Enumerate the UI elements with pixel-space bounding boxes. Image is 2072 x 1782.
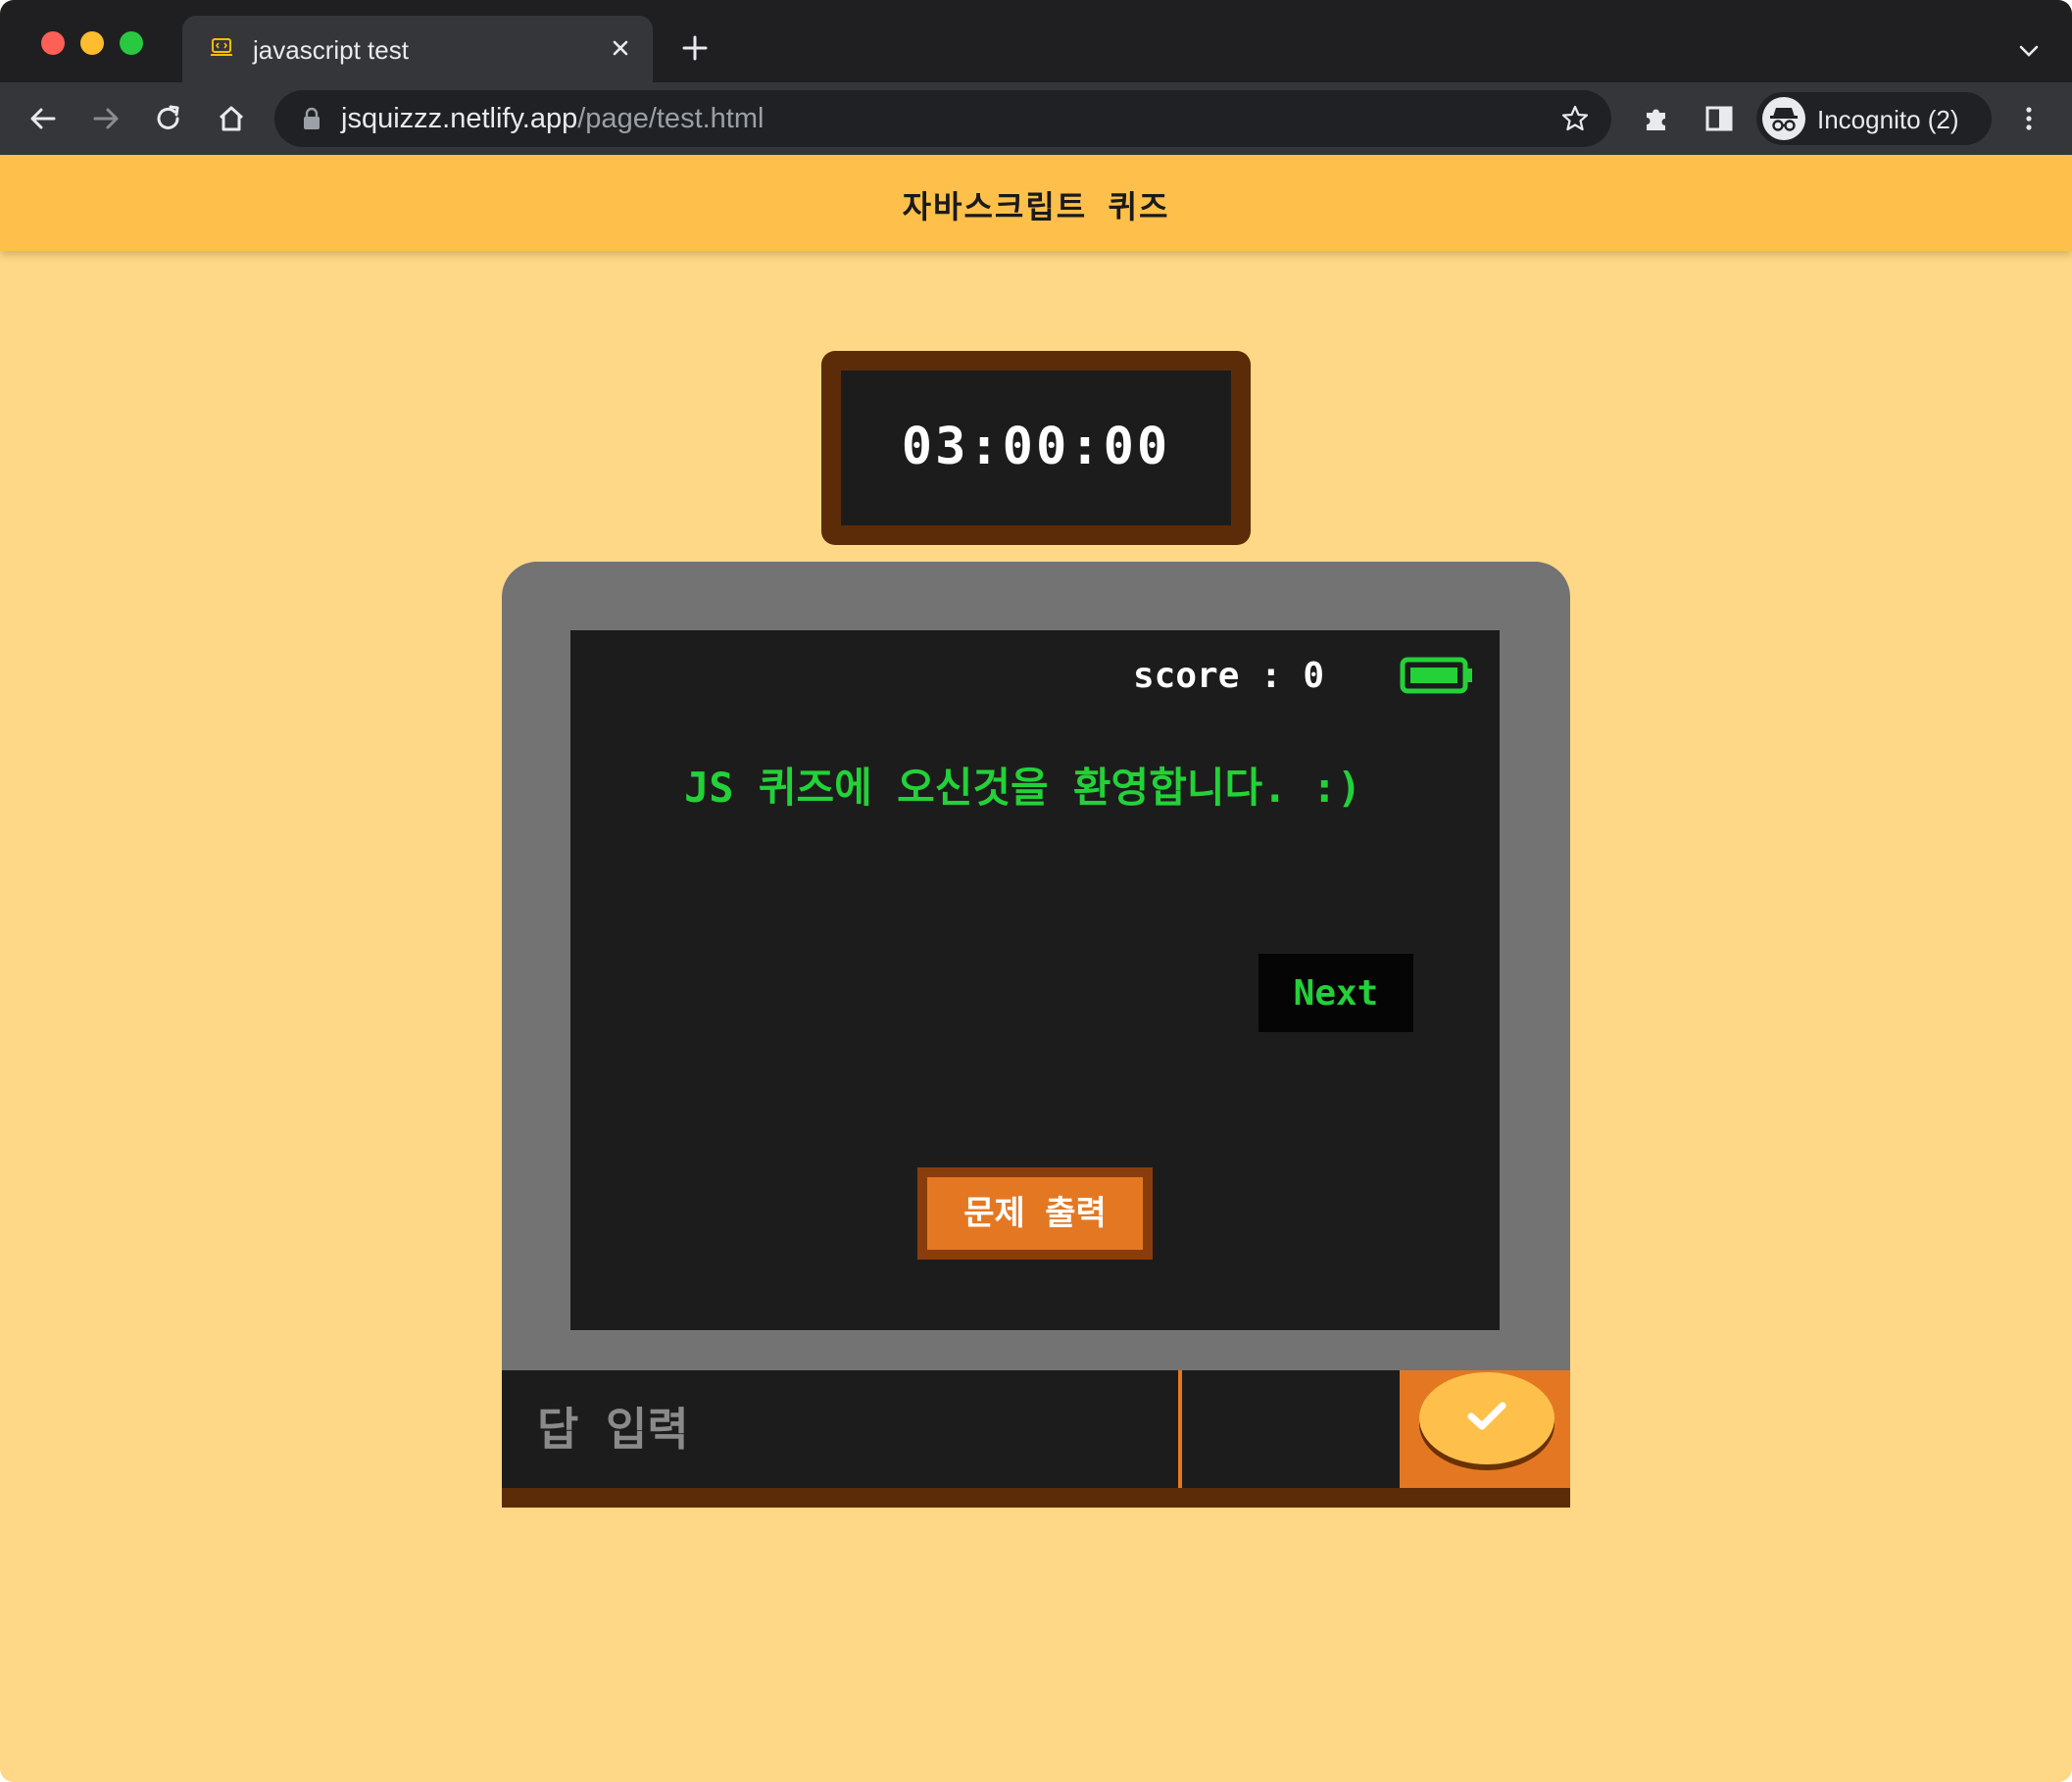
incognito-icon (1762, 97, 1805, 140)
minimize-window-button[interactable] (80, 31, 104, 55)
submit-answer-button[interactable] (1419, 1372, 1554, 1464)
kebab-menu-icon[interactable] (2011, 101, 2047, 136)
answer-bar (502, 1370, 1570, 1488)
answer-bar-base (502, 1488, 1570, 1508)
close-window-button[interactable] (41, 31, 65, 55)
tab-strip: javascript test (0, 0, 2072, 82)
browser-toolbar: jsquizzz.netlify.app/page/test.html Inco… (0, 82, 2072, 155)
quiz-screen: score : 0 JS 퀴즈에 오신것을 환영합니다. :) Next 문제 … (570, 630, 1500, 1330)
tab-title: javascript test (253, 35, 409, 65)
chevron-down-icon[interactable] (2017, 39, 2041, 63)
quiz-message: JS 퀴즈에 오신것을 환영합니다. :) (684, 764, 1362, 812)
address-bar[interactable]: jsquizzz.netlify.app/page/test.html (274, 90, 1611, 147)
reload-icon[interactable] (151, 101, 186, 136)
submit-area (1400, 1370, 1570, 1488)
bookmark-star-icon[interactable] (1560, 104, 1590, 133)
extensions-puzzle-icon[interactable] (1639, 101, 1674, 136)
app-header: 자바스크립트 퀴즈 (0, 155, 2072, 251)
incognito-label: Incognito (2) (1817, 105, 1959, 134)
url-text: jsquizzz.netlify.app/page/test.html (341, 103, 764, 135)
print-question-label: 문제 출력 (927, 1177, 1143, 1250)
url-host: jsquizzz.netlify.app (341, 103, 578, 134)
checkmark-icon (1467, 1402, 1506, 1430)
new-tab-icon[interactable] (680, 33, 710, 63)
answer-input[interactable] (502, 1370, 1182, 1488)
next-button[interactable]: Next (1258, 954, 1413, 1032)
battery-full-icon (1400, 657, 1472, 694)
timer-screen: 03:00:00 (841, 371, 1231, 525)
side-panel-icon[interactable] (1702, 101, 1737, 136)
timer-display: 03:00:00 (901, 418, 1171, 476)
print-question-button[interactable]: 문제 출력 (917, 1167, 1153, 1260)
score-display: score : 0 (1133, 656, 1325, 696)
browser-tab-active[interactable]: javascript test (182, 16, 653, 82)
quiz-device: score : 0 JS 퀴즈에 오신것을 환영합니다. :) Next 문제 … (502, 562, 1570, 1389)
timer-frame: 03:00:00 (821, 351, 1251, 545)
url-path: /page/test.html (577, 103, 765, 134)
code-favicon-icon (211, 38, 232, 56)
home-icon[interactable] (214, 101, 249, 136)
browser-window: javascript test jsquizzz.netlify.app/pag… (0, 0, 2072, 1782)
incognito-profile-button[interactable]: Incognito (2) (1756, 92, 1992, 145)
page-content: 자바스크립트 퀴즈 03:00:00 score : 0 JS 퀴즈에 오신것을… (0, 155, 2072, 1782)
page-title: 자바스크립트 퀴즈 (902, 188, 1170, 225)
back-icon[interactable] (25, 101, 61, 136)
forward-icon[interactable] (88, 101, 123, 136)
lock-icon[interactable] (300, 106, 323, 131)
maximize-window-button[interactable] (120, 31, 143, 55)
close-tab-icon[interactable] (608, 35, 633, 61)
